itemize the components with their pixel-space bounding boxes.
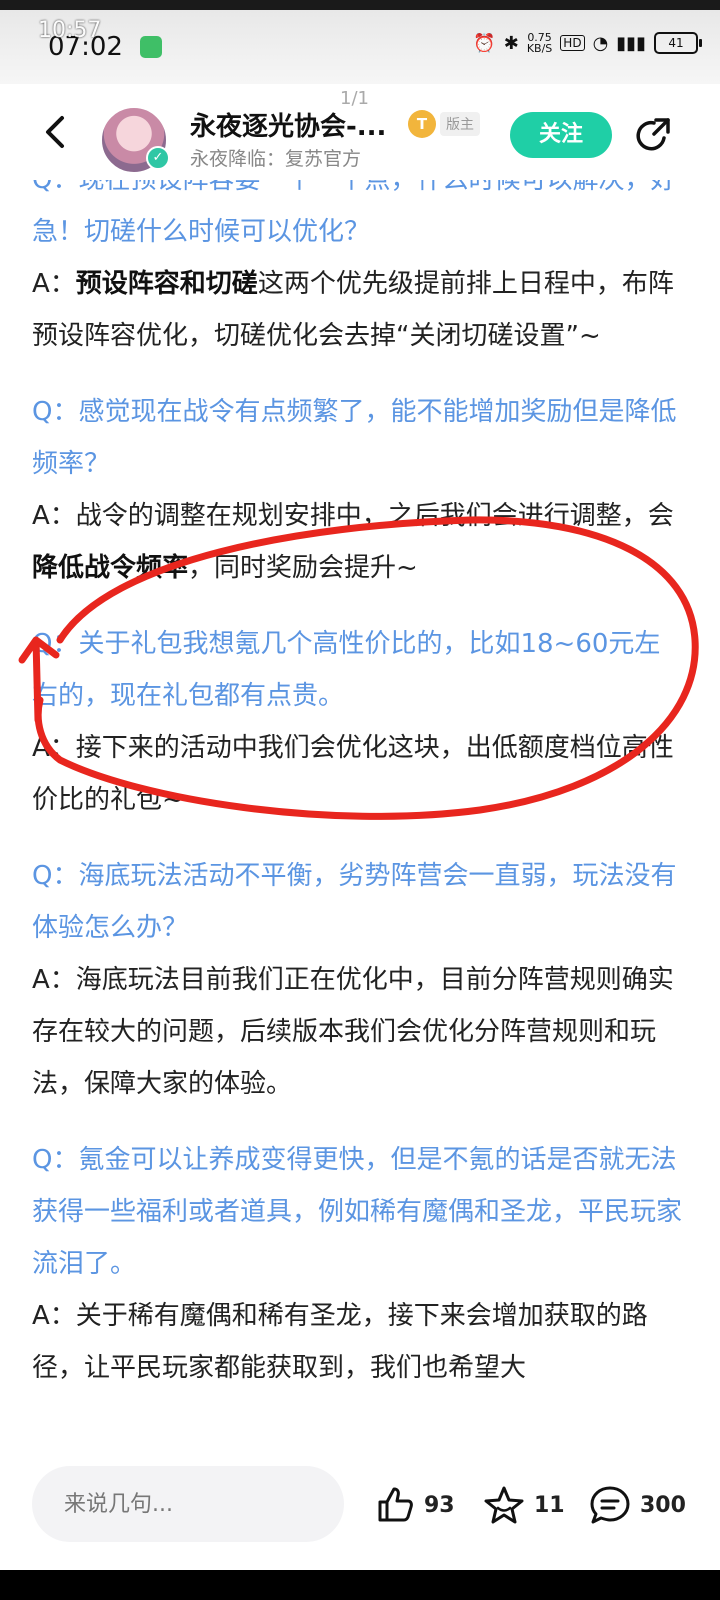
question-paragraph: Q：感觉现在战令有点频繁了，能不能增加奖励但是降低频率？ [32, 386, 682, 490]
bold-highlight-text: 预设阵容和切磋 [75, 269, 258, 299]
network-speed: 0.75 KB/S [526, 31, 553, 55]
level-badge: T [408, 110, 436, 138]
comment-bubble-icon [590, 1486, 630, 1524]
status-indicators: ⏰ ✱ 0.75 KB/S HD ◔ ▮▮▮ 41 [473, 31, 702, 55]
signal-icon: ▮▮▮ [616, 32, 646, 54]
answer-paragraph: A：战令的调整在规划安排中，之后我们会进行调整，会降低战令频率，同时奖励会提升~ [32, 490, 682, 594]
paragraph-text: Q：关于礼包我想氪几个高性价比的，比如18~60元左右的，现在礼包都有点贵。 [32, 629, 661, 711]
follow-button[interactable]: 关注 [510, 112, 612, 158]
comment-input[interactable] [32, 1466, 344, 1542]
role-badge: 版主 [440, 112, 480, 136]
forum-subtitle: 永夜降临：复苏官方 [190, 148, 362, 170]
question-paragraph: Q：现在预设阵容要一个一个点，什么时候可以解决，好急！切磋什么时候可以优化？ [32, 180, 682, 258]
paragraph-text: Q：现在预设阵容要一个一个点，什么时候可以解决，好急！切磋什么时候可以优化？ [32, 180, 677, 247]
comment-button[interactable]: 300 [588, 1484, 686, 1526]
bold-highlight-text: 降低战令频率 [32, 553, 189, 583]
answer-paragraph: A：关于稀有魔偶和稀有圣龙，接下来会增加获取的路径，让平民玩家都能获取到，我们也… [32, 1290, 682, 1394]
paragraph-text: Q：氪金可以让养成变得更快，但是不氪的话是否就无法获得一些福利或者道具，例如稀有… [32, 1145, 683, 1279]
answer-paragraph: A：预设阵容和切磋这两个优先级提前排上日程中，布阵预设阵容优化，切磋优化会去掉“… [32, 258, 682, 362]
paragraph-text: A：战令的调整在规划安排中，之后我们会进行调整，会 [32, 501, 674, 531]
paragraph-text: Q：海底玩法活动不平衡，劣势阵营会一直弱，玩法没有体验怎么办？ [32, 861, 677, 943]
question-paragraph: Q：海底玩法活动不平衡，劣势阵营会一直弱，玩法没有体验怎么办？ [32, 850, 682, 954]
question-paragraph: Q：关于礼包我想氪几个高性价比的，比如18~60元左右的，现在礼包都有点贵。 [32, 618, 682, 722]
alarm-icon: ⏰ [473, 32, 496, 54]
back-arrow-icon[interactable] [36, 112, 76, 152]
bluetooth-icon: ✱ [503, 32, 519, 54]
paragraph-text: A：海底玩法目前我们正在优化中，目前分阵营规则确实存在较大的问题，后续版本我们会… [32, 965, 674, 1099]
overlay-status-strip [0, 0, 720, 10]
overlay-time: 10:57 [38, 18, 102, 43]
paragraph-text: ，同时奖励会提升~ [188, 553, 418, 583]
favorite-count: 11 [534, 1492, 565, 1518]
post-header: 1/1 ✓ 永夜逐光协会-... T 版主 永夜降临：复苏官方 关注 [0, 84, 720, 180]
answer-paragraph: A：海底玩法目前我们正在优化中，目前分阵营规则确实存在较大的问题，后续版本我们会… [32, 954, 682, 1110]
answer-paragraph: A：接下来的活动中我们会优化这块，出低额度档位高性价比的礼包~ [32, 722, 682, 826]
wifi-icon: ◔ [592, 32, 609, 54]
message-app-icon [140, 36, 162, 58]
hd-badge: HD [560, 35, 585, 51]
share-icon[interactable] [634, 116, 674, 156]
paragraph-text: A： [32, 269, 76, 299]
status-bar: 07:02 ⏰ ✱ 0.75 KB/S HD ◔ ▮▮▮ 41 [0, 10, 720, 84]
question-paragraph: Q：氪金可以让养成变得更快，但是不氪的话是否就无法获得一些福利或者道具，例如稀有… [32, 1134, 682, 1290]
paragraph-text: A：接下来的活动中我们会优化这块，出低额度档位高性价比的礼包~ [32, 733, 674, 815]
paragraph-text: A：关于稀有魔偶和稀有圣龙，接下来会增加获取的路径，让平民玩家都能获取到，我们也… [32, 1301, 648, 1383]
verified-check-icon: ✓ [146, 146, 170, 170]
qa-list: Q：现在预设阵容要一个一个点，什么时候可以解决，好急！切磋什么时候可以优化？ A：… [32, 180, 682, 1394]
thumbs-up-icon [378, 1487, 413, 1522]
like-count: 93 [424, 1492, 455, 1518]
bottom-action-bar: 93 11 300 [0, 1442, 720, 1570]
favorite-button[interactable]: 11 [482, 1484, 565, 1526]
paragraph-text: Q：感觉现在战令有点频繁了，能不能增加奖励但是降低频率？ [32, 397, 677, 479]
like-button[interactable]: 93 [374, 1484, 455, 1526]
post-content: Q：现在预设阵容要一个一个点，什么时候可以解决，好急！切磋什么时候可以优化？ A：… [0, 180, 720, 1442]
comment-count: 300 [640, 1492, 686, 1518]
system-nav-strip [0, 1570, 720, 1600]
star-icon [484, 1486, 524, 1524]
battery-indicator: 41 [654, 32, 702, 54]
forum-title[interactable]: 永夜逐光协会-... [190, 106, 386, 143]
